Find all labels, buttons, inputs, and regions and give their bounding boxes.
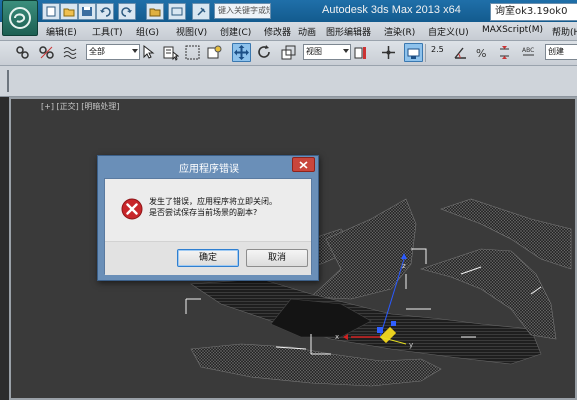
rotate-icon xyxy=(258,45,270,58)
move-icon xyxy=(234,45,249,60)
svg-text:ABC: ABC xyxy=(522,47,534,54)
named-selection-dropdown[interactable]: 创建 xyxy=(545,44,577,60)
undo-button[interactable] xyxy=(96,3,114,20)
spinner-snap-icon xyxy=(500,46,509,59)
svg-text:x: x xyxy=(335,333,339,341)
angle-snap-icon xyxy=(454,47,466,59)
ribbon-panel xyxy=(0,66,577,97)
search-input[interactable]: 询室ok3.19ok0 xyxy=(490,3,577,21)
menu-tools[interactable]: 工具(T) xyxy=(92,25,123,38)
select-and-rotate-button[interactable] xyxy=(256,44,273,61)
save-icon xyxy=(82,7,92,16)
pivot-center-button[interactable] xyxy=(352,44,369,61)
open-folder-icon xyxy=(63,8,75,17)
select-object-button[interactable] xyxy=(140,44,157,61)
angle-snap-button[interactable] xyxy=(452,44,469,61)
unlink-button[interactable] xyxy=(38,44,55,61)
viewport-label[interactable]: [+] [正交] [明暗处理] xyxy=(41,101,120,112)
main-toolbar: 全部 视图 2.5 % ABC 创建 xyxy=(0,41,577,66)
named-selection-value: 创建 xyxy=(548,47,564,56)
folder-icon xyxy=(149,8,161,17)
percent-snap-button[interactable]: % xyxy=(474,44,491,61)
keyboard-shortcut-override-button[interactable] xyxy=(404,43,423,62)
menu-rendering[interactable]: 渲染(R) xyxy=(384,25,415,38)
menu-group[interactable]: 组(G) xyxy=(136,25,159,38)
error-icon xyxy=(121,198,143,220)
snap-toggle-label[interactable]: 2.5 xyxy=(431,45,444,54)
select-arrow-icon xyxy=(143,44,155,59)
save-file-button[interactable] xyxy=(78,3,96,20)
reference-coordinate-dropdown[interactable]: 视图 xyxy=(303,44,351,60)
quick-access-search[interactable]: 键入关键字或短语 xyxy=(214,3,271,19)
project-folder-button[interactable] xyxy=(146,3,164,20)
window-crossing-icon xyxy=(207,45,222,59)
keyboard-icon xyxy=(407,48,420,59)
pin-button[interactable] xyxy=(192,3,210,20)
new-scene-button[interactable] xyxy=(42,3,60,20)
svg-text:y: y xyxy=(409,341,413,349)
dialog-title: 应用程序错误 xyxy=(179,164,239,175)
menu-bar: 编辑(E) 工具(T) 组(G) 视图(V) 创建(C) 修改器 动画 图形编辑… xyxy=(0,22,577,41)
dialog-close-button[interactable] xyxy=(292,157,315,172)
selection-filter-dropdown[interactable]: 全部 xyxy=(86,44,140,60)
unlink-icon xyxy=(39,46,54,59)
3dsmax-logo-icon xyxy=(9,7,31,29)
link-button[interactable] xyxy=(14,44,31,61)
window-title: Autodesk 3ds Max 2013 x64 xyxy=(322,4,461,16)
dialog-body: 发生了错误，应用程序将立即关闭。 是否尝试保存当前场景的副本? 确定 取消 xyxy=(104,178,312,275)
rectangular-selection-button[interactable] xyxy=(184,44,201,61)
pivot-icon xyxy=(354,47,366,59)
spacewarp-icon xyxy=(63,47,77,59)
menu-customize[interactable]: 自定义(U) xyxy=(428,25,469,38)
open-file-button[interactable] xyxy=(60,3,78,20)
select-by-name-icon xyxy=(163,46,179,61)
viewport-side-strip xyxy=(0,97,9,400)
redo-icon xyxy=(121,7,132,17)
application-menu-button[interactable] xyxy=(2,0,38,36)
reference-coordinate-value: 视图 xyxy=(306,47,322,56)
dialog-message-line-2: 是否尝试保存当前场景的副本? xyxy=(149,208,258,217)
percent-snap-icon: % xyxy=(476,47,486,60)
selection-filter-value: 全部 xyxy=(89,47,105,56)
select-and-move-button[interactable] xyxy=(232,43,251,62)
workspace-icon xyxy=(171,7,183,16)
close-icon xyxy=(299,161,308,169)
cancel-button[interactable]: 取消 xyxy=(246,249,308,267)
select-by-name-button[interactable] xyxy=(162,44,179,61)
redo-button[interactable] xyxy=(118,3,136,20)
named-selection-icon: ABC xyxy=(522,47,534,56)
menu-maxscript[interactable]: MAXScript(M) xyxy=(482,25,543,35)
svg-text:%: % xyxy=(476,47,486,60)
undo-icon xyxy=(100,7,111,17)
link-icon xyxy=(16,46,29,59)
pin-icon xyxy=(197,7,206,16)
rect-selection-icon xyxy=(185,45,200,60)
dialog-message-line-1: 发生了错误，应用程序将立即关闭。 xyxy=(149,197,277,206)
menu-help[interactable]: 帮助(H) xyxy=(552,25,577,38)
svg-text:z: z xyxy=(402,262,406,270)
menu-animation[interactable]: 动画 xyxy=(298,25,316,38)
application-error-dialog: 应用程序错误 发生了错误，应用程序将立即关闭。 是否尝试保存当前场景的副本? 确… xyxy=(97,155,319,281)
menu-create[interactable]: 创建(C) xyxy=(220,25,251,38)
menu-views[interactable]: 视图(V) xyxy=(176,25,207,38)
select-and-scale-button[interactable] xyxy=(280,44,297,61)
dialog-message: 发生了错误，应用程序将立即关闭。 是否尝试保存当前场景的副本? xyxy=(149,196,309,218)
workspace-button[interactable] xyxy=(168,3,186,20)
ok-button[interactable]: 确定 xyxy=(177,249,239,267)
spinner-snap-button[interactable] xyxy=(496,44,513,61)
manipulate-icon xyxy=(382,46,395,59)
edit-named-selection-button[interactable]: ABC xyxy=(520,44,537,61)
new-file-icon xyxy=(46,6,56,17)
scale-icon xyxy=(281,45,296,60)
toolbar-separator xyxy=(425,44,426,62)
dialog-button-bar: 确定 取消 xyxy=(105,241,311,275)
menu-graph-editors[interactable]: 图形编辑器 xyxy=(326,25,371,38)
menu-edit[interactable]: 编辑(E) xyxy=(46,25,77,38)
ribbon-grip-handle[interactable] xyxy=(7,70,9,92)
title-bar: 键入关键字或短语 Autodesk 3ds Max 2013 x64 询室ok3… xyxy=(0,0,577,36)
select-and-manipulate-button[interactable] xyxy=(380,44,397,61)
bind-spacewarp-button[interactable] xyxy=(62,44,79,61)
window-crossing-button[interactable] xyxy=(206,44,223,61)
menu-modifiers[interactable]: 修改器 xyxy=(264,25,291,38)
